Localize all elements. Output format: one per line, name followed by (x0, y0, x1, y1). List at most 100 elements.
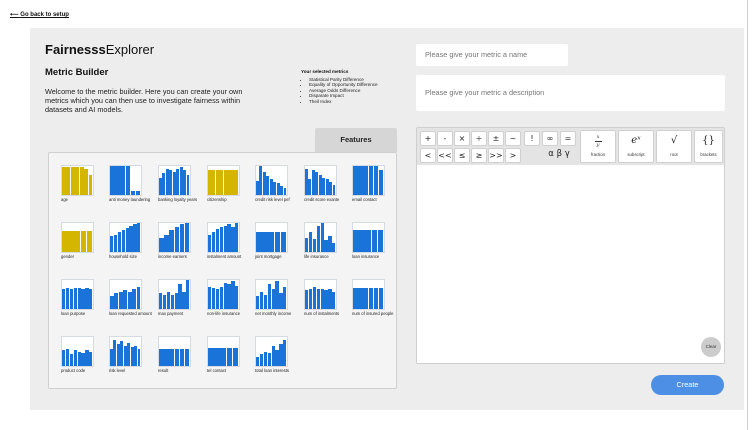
greater-equal-key[interactable]: ≥ (471, 148, 487, 163)
histogram-bar (378, 170, 384, 195)
equals-key[interactable]: = (560, 131, 576, 146)
feature-tile[interactable]: net monthly income (243, 267, 291, 317)
feature-tile[interactable]: num of instalments (292, 267, 339, 317)
metric-description-input[interactable] (416, 75, 725, 111)
histogram-bar (113, 339, 117, 366)
fraction-button[interactable]: xy fraction (580, 130, 616, 163)
histogram-bar (259, 166, 263, 195)
histogram-bar (328, 288, 332, 309)
histogram-bar (134, 345, 137, 366)
histogram-bar (184, 223, 190, 252)
histogram-bar (186, 174, 190, 195)
feature-histogram (109, 222, 142, 253)
create-button[interactable]: Create (651, 375, 724, 395)
feature-tile[interactable]: credit risk level pef (243, 153, 290, 203)
histogram-bar (65, 288, 70, 309)
feature-tile[interactable]: product code (49, 324, 94, 374)
histogram-bar (130, 190, 136, 195)
histogram-bar (162, 294, 167, 309)
histogram-bar (373, 166, 379, 195)
feature-histogram (304, 222, 337, 253)
histogram-bar (88, 174, 93, 195)
feature-tile[interactable]: gender (49, 210, 94, 260)
histogram-bar (275, 281, 279, 309)
histogram-bar (159, 348, 164, 366)
histogram-bar (110, 295, 114, 309)
minus-key[interactable]: - (437, 131, 453, 146)
plus-minus-key[interactable]: ± (488, 131, 504, 146)
root-button[interactable]: √ root (656, 130, 692, 163)
histogram-bar (73, 287, 77, 309)
feature-tile[interactable]: life insurance (292, 210, 337, 260)
histogram-bar (378, 288, 384, 309)
feature-tile[interactable]: max payment (146, 267, 191, 317)
metric-name-input[interactable] (416, 44, 568, 66)
infinity-key[interactable]: ∞ (542, 131, 558, 146)
histogram-bar (256, 180, 259, 195)
feature-histogram (255, 336, 288, 367)
histogram-bar (81, 288, 85, 309)
feature-tile[interactable]: citizenship (195, 153, 240, 203)
feature-tile[interactable]: joint mortgage (243, 210, 288, 260)
feature-tile[interactable]: risk level (97, 324, 142, 374)
feature-tile[interactable]: instalment amount (195, 210, 241, 260)
histogram-bar (358, 288, 363, 309)
greater-than-key[interactable]: > (505, 148, 521, 163)
histogram-bar (263, 351, 268, 366)
divide-key[interactable]: ÷ (471, 131, 487, 146)
feature-label: email contact (352, 197, 377, 202)
back-to-setup-link[interactable]: ⟵ Go back to setup (10, 11, 69, 18)
feature-tile[interactable]: result (146, 324, 191, 374)
histogram-bar (75, 167, 80, 195)
histogram-bar (125, 166, 131, 195)
clear-button[interactable]: Clear (701, 337, 721, 357)
histogram-bar (179, 224, 185, 252)
histogram-bar (271, 288, 275, 309)
feature-tile[interactable]: email contact (340, 153, 385, 203)
feature-tile[interactable]: loan insurance (340, 210, 385, 260)
histogram-bar (183, 170, 186, 195)
less-than-key[interactable]: < (420, 148, 436, 163)
histogram-bar (123, 345, 127, 366)
histogram-bar (353, 288, 358, 309)
feature-label: total loan interests (255, 368, 289, 373)
multiply-key[interactable]: × (454, 131, 470, 146)
feature-tile[interactable]: household size (97, 210, 142, 260)
histogram-bar (227, 224, 231, 252)
feature-tile[interactable]: non-life insurance (195, 267, 240, 317)
histogram-bar (133, 224, 137, 252)
feature-tile[interactable]: total loan interests (243, 324, 289, 374)
feature-tile[interactable]: num of insured people (340, 267, 393, 317)
plus-key[interactable]: + (420, 131, 436, 146)
histogram-bar (174, 348, 180, 366)
feature-histogram (109, 165, 142, 196)
feature-tile[interactable]: loan purpose (49, 267, 94, 317)
features-tab[interactable]: Features (315, 128, 397, 152)
feature-tile[interactable]: tel contact (195, 324, 240, 374)
less-equal-key[interactable]: ≤ (454, 148, 470, 163)
histogram-bar (283, 187, 287, 195)
histogram-bar (169, 348, 174, 366)
subscript-button[interactable]: eˣ subscript (618, 130, 654, 163)
feature-tile[interactable]: credit score exante (292, 153, 339, 203)
much-greater-than-key[interactable]: >> (488, 148, 504, 163)
histogram-bar (373, 288, 379, 309)
much-less-than-key[interactable]: << (437, 148, 453, 163)
histogram-bar (262, 231, 268, 252)
brackets-button[interactable]: {} brackets (694, 130, 723, 163)
feature-tile[interactable]: income earners (146, 210, 191, 260)
histogram-bar (132, 288, 136, 309)
histogram-bar (80, 231, 87, 252)
histogram-bar (320, 223, 324, 252)
feature-tile[interactable]: loan requested amount (97, 267, 152, 317)
histogram-bar (214, 348, 220, 366)
factorial-key[interactable]: ! (524, 131, 540, 146)
tilde-key[interactable]: ~ (505, 131, 521, 146)
greek-letters-key[interactable]: α β γ (541, 148, 577, 163)
feature-tile[interactable]: anti money laundering (97, 153, 150, 203)
histogram-bar (226, 348, 233, 366)
histogram-bar (89, 351, 93, 366)
feature-tile[interactable]: banking loyalty years (146, 153, 197, 203)
fraction-icon: xy (594, 134, 602, 148)
feature-tile[interactable]: age (49, 153, 94, 203)
